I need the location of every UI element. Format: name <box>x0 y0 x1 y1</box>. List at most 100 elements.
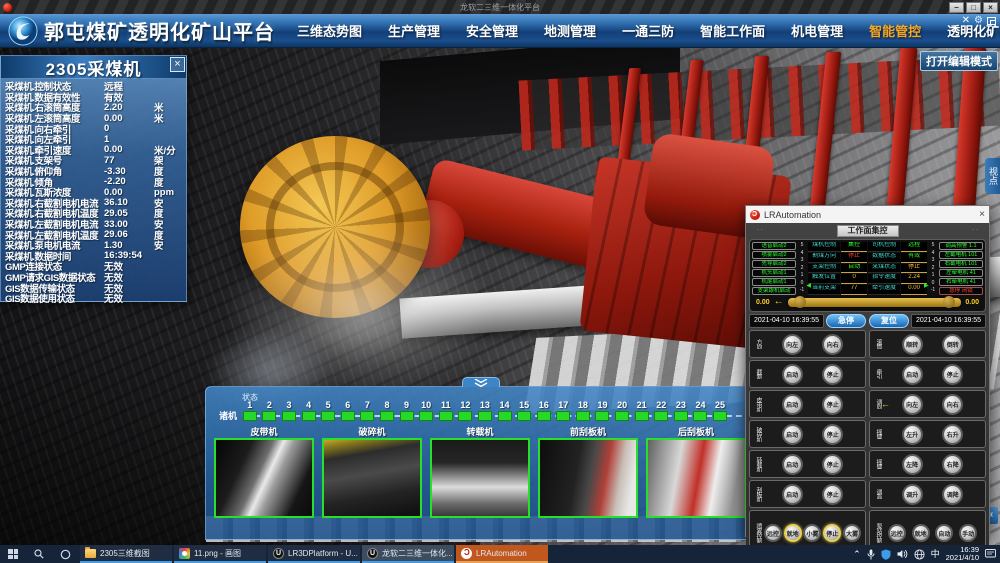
support-status-cell[interactable] <box>377 411 397 421</box>
round-button-启动[interactable]: 启动 <box>782 394 803 415</box>
status-button-left[interactable]: 机头启动1 <box>752 269 796 277</box>
round-button-远控[interactable]: 远控 <box>888 524 906 542</box>
round-button-倒转[interactable]: 倒转 <box>942 334 963 355</box>
support-status-cell[interactable] <box>514 411 534 421</box>
taskbar-app[interactable]: ULR3DPlatform - U... <box>268 545 360 563</box>
microphone-icon[interactable] <box>867 549 875 560</box>
round-button-左升[interactable]: 左升 <box>902 424 923 445</box>
round-button-顺转[interactable]: 顺转 <box>902 334 923 355</box>
support-status-cell[interactable] <box>456 411 476 421</box>
round-button-右降[interactable]: 右降 <box>942 454 963 475</box>
ime-indicator[interactable]: 中 <box>931 550 940 559</box>
defender-shield-icon[interactable] <box>881 549 891 560</box>
status-button-right[interactable]: 急停 闭锁 <box>939 287 983 295</box>
support-status-cell[interactable] <box>671 411 691 421</box>
round-button-就地[interactable]: 就地 <box>912 524 930 542</box>
chevron-down-icon[interactable] <box>462 377 500 387</box>
nav-item-智能管控[interactable]: 智能管控 <box>869 21 921 40</box>
status-button-left[interactable]: 语音启动2 <box>752 242 796 250</box>
round-button-停止[interactable]: 停止 <box>822 394 843 415</box>
camera-video-1[interactable] <box>214 438 314 518</box>
round-button-右升[interactable]: 右升 <box>942 424 963 445</box>
support-status-cell[interactable] <box>573 411 593 421</box>
camera-video-2[interactable] <box>322 438 422 518</box>
round-button-调降[interactable]: 调降 <box>942 484 963 505</box>
search-icon[interactable] <box>26 545 52 563</box>
nav-item-智能工作面[interactable]: 智能工作面 <box>700 21 765 40</box>
workface-control-tab[interactable]: 工作面集控 <box>837 225 899 237</box>
support-status-cell[interactable] <box>358 411 378 421</box>
status-button-right[interactable]: 调高预警 1.1 <box>939 242 983 250</box>
status-button-right[interactable]: 右截电机 101 <box>939 260 983 268</box>
support-status-cell[interactable] <box>612 411 632 421</box>
round-button-停止[interactable]: 停止 <box>822 454 843 475</box>
speaker-icon[interactable] <box>897 549 908 559</box>
round-button-启动[interactable]: 启动 <box>782 364 803 385</box>
round-button-停止[interactable]: 停止 <box>822 364 843 385</box>
round-button-大雾[interactable]: 大雾 <box>843 524 861 542</box>
support-status-cell[interactable] <box>554 411 574 421</box>
taskbar-app[interactable]: 2305三维截图 <box>80 545 172 563</box>
round-button-自动[interactable]: 自动 <box>935 524 953 542</box>
nav-item-地测管理[interactable]: 地测管理 <box>544 21 596 40</box>
notification-icon[interactable] <box>985 549 996 559</box>
round-button-停止[interactable]: 停止 <box>942 364 963 385</box>
round-button-向左[interactable]: 向左 <box>782 334 803 355</box>
lrautomation-close-icon[interactable]: × <box>979 209 985 220</box>
nav-item-三维态势图[interactable]: 三维态势图 <box>297 21 362 40</box>
round-button-远控[interactable]: 远控 <box>764 524 782 542</box>
round-button-向右[interactable]: 向右 <box>822 334 843 355</box>
round-button-小雾[interactable]: 小雾 <box>803 524 821 542</box>
round-button-左降[interactable]: 左降 <box>902 454 923 475</box>
status-button-left[interactable]: 先导启动2 <box>752 260 796 268</box>
cortana-icon[interactable] <box>52 545 78 563</box>
taskbar-app[interactable]: CLRAutomation <box>456 545 548 563</box>
clock[interactable]: 16:39 2021/4/10 <box>946 546 979 562</box>
round-button-停止[interactable]: 停止 <box>822 424 843 445</box>
nav-item-生产管理[interactable]: 生产管理 <box>388 21 440 40</box>
estop-button[interactable]: 急停 <box>826 314 866 328</box>
round-button-启动[interactable]: 启动 <box>782 454 803 475</box>
camera-video-5[interactable] <box>646 438 746 518</box>
round-button-启动[interactable]: 启动 <box>902 364 923 385</box>
support-status-cell[interactable] <box>318 411 338 421</box>
taskbar-app[interactable]: 11.png - 画图 <box>174 545 266 563</box>
round-button-向右[interactable]: 向右 <box>942 394 963 415</box>
status-button-right[interactable]: 左牵电机 41 <box>939 269 983 277</box>
status-button-left[interactable]: 喷雾启动2 <box>752 251 796 259</box>
panel-close-icon[interactable]: × <box>170 57 185 72</box>
round-button-停止[interactable]: 停止 <box>822 484 843 505</box>
camera-video-4[interactable] <box>538 438 638 518</box>
camera-video-3[interactable] <box>430 438 530 518</box>
support-status-cell[interactable] <box>240 411 260 421</box>
gear-icon[interactable]: ⚙ <box>974 16 983 26</box>
status-button-left[interactable]: 支架跟机启动 <box>752 287 796 295</box>
nav-item-机电管理[interactable]: 机电管理 <box>791 21 843 40</box>
round-button-启动[interactable]: 启动 <box>782 484 803 505</box>
network-globe-icon[interactable] <box>914 549 925 560</box>
nav-item-一通三防[interactable]: 一通三防 <box>622 21 674 40</box>
support-status-cell[interactable] <box>475 411 495 421</box>
support-status-cell[interactable] <box>651 411 671 421</box>
support-status-cell[interactable] <box>397 411 417 421</box>
restore-icon[interactable] <box>987 17 996 25</box>
round-button-就地[interactable]: 就地 <box>784 524 802 542</box>
support-status-cell[interactable] <box>495 411 515 421</box>
start-button[interactable] <box>0 545 26 563</box>
support-status-cell[interactable] <box>593 411 613 421</box>
nav-item-安全管理[interactable]: 安全管理 <box>466 21 518 40</box>
status-button-right[interactable]: 右牵电机 41 <box>939 278 983 286</box>
support-status-cell[interactable] <box>534 411 554 421</box>
support-status-cell[interactable] <box>279 411 299 421</box>
taskbar-app[interactable]: U龙软二三维一体化... <box>362 545 454 563</box>
tools-icon[interactable]: ✕ <box>962 16 970 26</box>
tray-expand-icon[interactable]: ⌃ <box>853 550 861 559</box>
round-button-启动[interactable]: 启动 <box>782 424 803 445</box>
support-status-cell[interactable] <box>299 411 319 421</box>
reset-button[interactable]: 复位 <box>869 314 909 328</box>
support-status-cell[interactable] <box>691 411 711 421</box>
support-status-cell[interactable] <box>260 411 280 421</box>
round-button-手动[interactable]: 手动 <box>959 524 977 542</box>
support-status-cell[interactable] <box>338 411 358 421</box>
status-button-left[interactable]: 机尾启动1 <box>752 278 796 286</box>
